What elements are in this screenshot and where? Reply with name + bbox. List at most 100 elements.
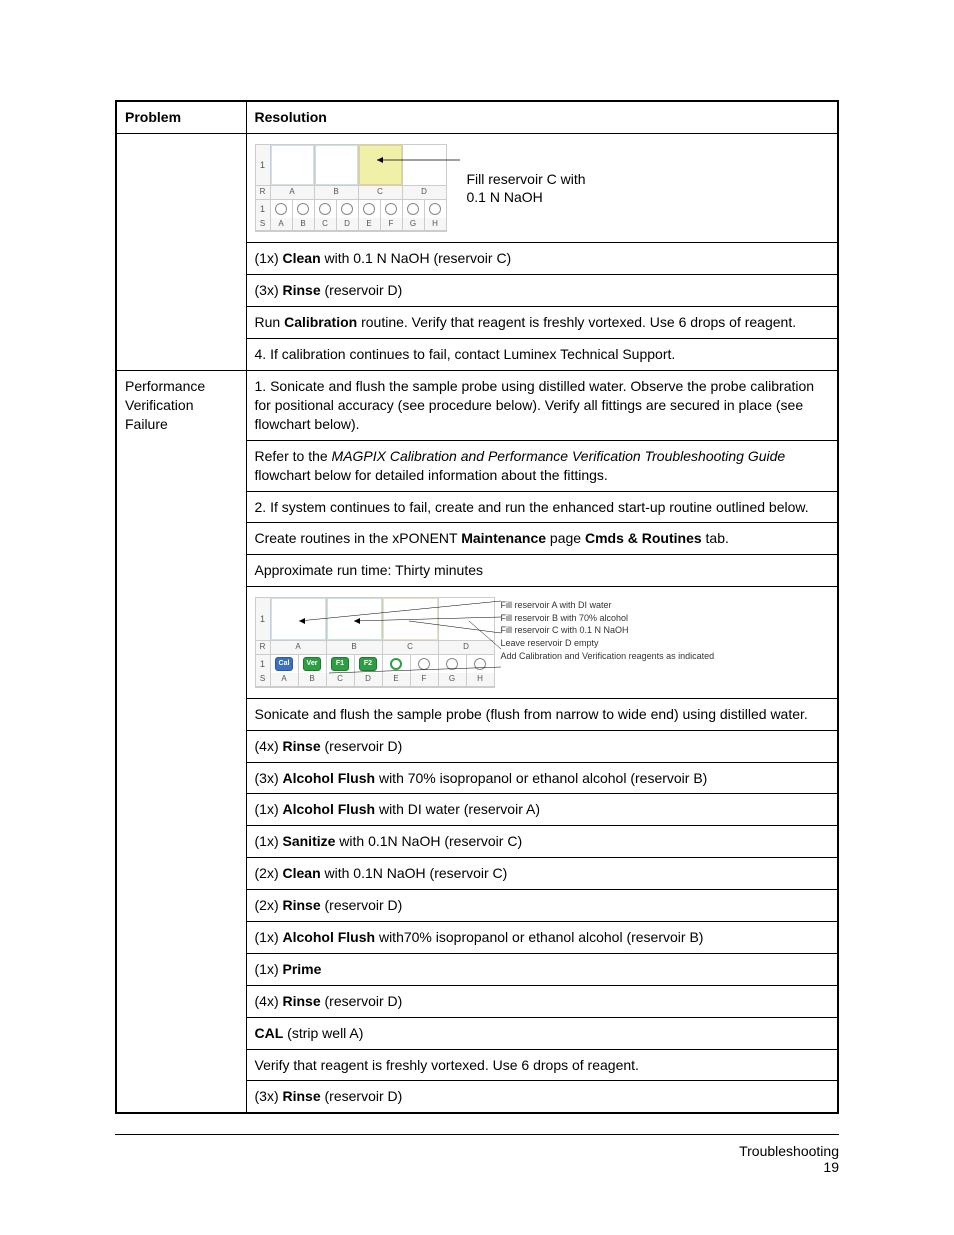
- table-cell: (4x) Rinse (reservoir D): [246, 985, 838, 1017]
- table-cell: 1. Sonicate and flush the sample probe u…: [246, 371, 838, 441]
- table-cell: Verify that reagent is freshly vortexed.…: [246, 1049, 838, 1081]
- table-cell: 4. If calibration continues to fail, con…: [246, 339, 838, 371]
- table-cell: (2x) Clean with 0.1N NaOH (reservoir C): [246, 858, 838, 890]
- well-label-G: G: [403, 218, 425, 231]
- reservoir-A: [271, 145, 315, 185]
- diagram2-callouts: Fill reservoir A with DI waterFill reser…: [501, 597, 715, 662]
- row-label-well-num: 1: [256, 200, 271, 218]
- problem-cell-pvf: Performance Verification Failure: [116, 371, 246, 1114]
- reservoir-label-A: A: [271, 641, 327, 654]
- table-cell: (3x) Alcohol Flush with 70% isopropanol …: [246, 762, 838, 794]
- footer-section: Troubleshooting: [739, 1143, 839, 1159]
- reservoir-label-D: D: [403, 186, 446, 199]
- reservoir-C: [359, 145, 403, 185]
- table-cell: Run Calibration routine. Verify that rea…: [246, 307, 838, 339]
- row-label-well-num: 1: [256, 655, 271, 673]
- well-label-B: B: [299, 673, 327, 686]
- well-A: [271, 200, 293, 218]
- well-F: [411, 655, 439, 673]
- diagram2-callout-1: Fill reservoir B with 70% alcohol: [501, 612, 715, 625]
- table-row: Performance Verification Failure 1. Soni…: [116, 371, 838, 441]
- well-D: [337, 200, 359, 218]
- table-cell: 1 RABCD 1 CalVerF1F2 SABCDEFGH Fill rese…: [246, 587, 838, 699]
- diagram2-callout-0: Fill reservoir A with DI water: [501, 599, 715, 612]
- well-B: Ver: [299, 655, 327, 673]
- well-badge-f2: F2: [359, 657, 377, 671]
- well-label-A: A: [271, 673, 299, 686]
- table-row: 1 RABCD 1 SABCDEFGH Fill reservoir C wit…: [116, 133, 838, 243]
- table-cell: Refer to the MAGPIX Calibration and Perf…: [246, 440, 838, 491]
- table-cell: (1x) Alcohol Flush with70% isopropanol o…: [246, 922, 838, 954]
- reservoir-B: [327, 598, 383, 640]
- well-label-C: C: [327, 673, 355, 686]
- reservoir-D: [403, 145, 446, 185]
- well-badge-f1: F1: [331, 657, 349, 671]
- reservoir-label-D: D: [439, 641, 494, 654]
- well-label-A: A: [271, 218, 293, 231]
- well-A: Cal: [271, 655, 299, 673]
- well-E: [359, 200, 381, 218]
- diagram-reservoir-block-2: 1 RABCD 1 CalVerF1F2 SABCDEFGH Fill rese…: [255, 593, 830, 692]
- well-label-E: E: [359, 218, 381, 231]
- col-header-problem: Problem: [116, 101, 246, 133]
- reservoir-B: [315, 145, 359, 185]
- well-G: [439, 655, 467, 673]
- well-badge-cal: Cal: [275, 657, 293, 671]
- well-B: [293, 200, 315, 218]
- well-E: [383, 655, 411, 673]
- well-label-E: E: [383, 673, 411, 686]
- well-label-G: G: [439, 673, 467, 686]
- well-G: [403, 200, 425, 218]
- well-label-F: F: [411, 673, 439, 686]
- reservoir-label-C: C: [359, 186, 403, 199]
- well-label-D: D: [337, 218, 359, 231]
- table-cell: Approximate run time: Thirty minutes: [246, 555, 838, 587]
- reservoir-A: [271, 598, 327, 640]
- table-cell: (1x) Alcohol Flush with DI water (reserv…: [246, 794, 838, 826]
- well-ring-E: [390, 658, 402, 670]
- well-label-H: H: [425, 218, 446, 231]
- well-H: [425, 200, 446, 218]
- diagram2-callout-4: Add Calibration and Verification reagent…: [501, 650, 715, 663]
- reservoir-label-B: B: [315, 186, 359, 199]
- well-C: [315, 200, 337, 218]
- row-label-1: 1: [256, 145, 271, 185]
- reservoir-label-A: A: [271, 186, 315, 199]
- diagram2-callout-3: Leave reservoir D empty: [501, 637, 715, 650]
- table-cell: (2x) Rinse (reservoir D): [246, 890, 838, 922]
- table-cell: (1x) Prime: [246, 953, 838, 985]
- diagram2-callout-2: Fill reservoir C with 0.1 N NaOH: [501, 624, 715, 637]
- diagram1-callout: Fill reservoir C with 0.1 N NaOH: [467, 170, 586, 206]
- well-label-H: H: [467, 673, 494, 686]
- page-footer: Troubleshooting 19: [115, 1134, 839, 1175]
- troubleshooting-table: Problem Resolution 1 RABCD 1 SABCDEFGH F…: [115, 100, 839, 1114]
- footer-page-number: 19: [115, 1159, 839, 1175]
- table-cell: Create routines in the xPONENT Maintenan…: [246, 523, 838, 555]
- diagram-reservoir-block-1: 1 RABCD 1 SABCDEFGH Fill reservoir C wit…: [255, 140, 830, 237]
- well-label-D: D: [355, 673, 383, 686]
- table-cell: (3x) Rinse (reservoir D): [246, 1081, 838, 1113]
- well-H: [467, 655, 494, 673]
- well-label-F: F: [381, 218, 403, 231]
- table-cell: Sonicate and flush the sample probe (flu…: [246, 698, 838, 730]
- col-header-resolution: Resolution: [246, 101, 838, 133]
- well-C: F1: [327, 655, 355, 673]
- reservoir-D: [439, 598, 494, 640]
- row-label-1: 1: [256, 598, 271, 640]
- table-cell: (1x) Sanitize with 0.1N NaOH (reservoir …: [246, 826, 838, 858]
- problem-cell-continuation: [116, 133, 246, 370]
- well-label-B: B: [293, 218, 315, 231]
- well-badge-ver: Ver: [303, 657, 321, 671]
- reservoir-C: [383, 598, 439, 640]
- table-cell: 1 RABCD 1 SABCDEFGH Fill reservoir C wit…: [246, 133, 838, 243]
- well-D: F2: [355, 655, 383, 673]
- reservoir-label-B: B: [327, 641, 383, 654]
- table-cell: 2. If system continues to fail, create a…: [246, 491, 838, 523]
- reservoir-label-C: C: [383, 641, 439, 654]
- table-cell: CAL (strip well A): [246, 1017, 838, 1049]
- table-cell: (4x) Rinse (reservoir D): [246, 730, 838, 762]
- table-cell: (1x) Clean with 0.1 N NaOH (reservoir C): [246, 243, 838, 275]
- well-label-C: C: [315, 218, 337, 231]
- well-F: [381, 200, 403, 218]
- table-cell: (3x) Rinse (reservoir D): [246, 275, 838, 307]
